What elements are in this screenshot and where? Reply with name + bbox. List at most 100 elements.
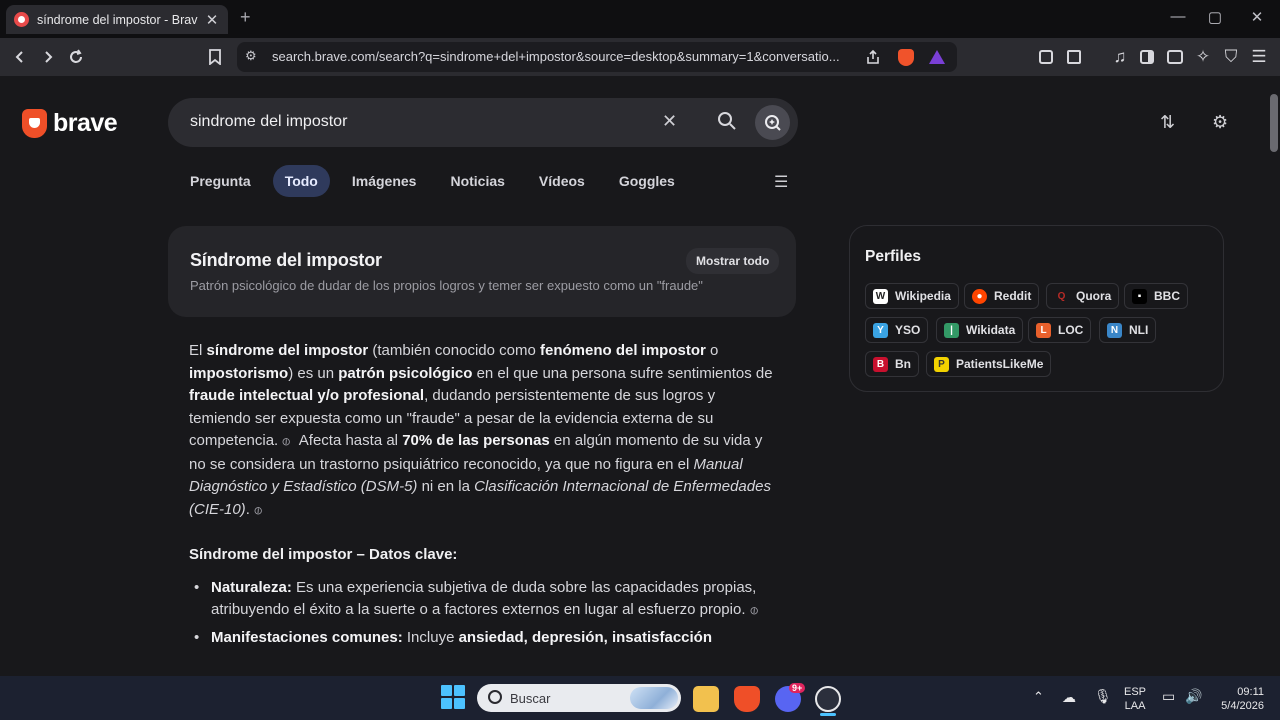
tab-todo[interactable]: Todo <box>272 165 330 197</box>
profiles-title: Perfiles <box>865 248 922 265</box>
profile-wikipedia[interactable]: W Wikipedia <box>865 283 959 309</box>
language-code: ESP <box>1124 686 1147 698</box>
sort-icon[interactable]: ⇅ <box>1160 112 1175 133</box>
windows-start-icon[interactable] <box>441 685 465 709</box>
profile-wikidata[interactable]: | Wikidata <box>936 317 1024 343</box>
profile-bn[interactable]: B Bn <box>865 351 919 377</box>
tab-pregunta[interactable]: Pregunta <box>178 165 263 197</box>
network-icon[interactable]: ▭ <box>1162 689 1175 703</box>
new-tab-button[interactable]: + <box>240 7 251 28</box>
maximize-button[interactable]: ▢ <box>1205 8 1225 26</box>
bn-icon: B <box>873 356 888 372</box>
bookmark-icon[interactable] <box>203 45 227 69</box>
site-settings-icon[interactable]: ⚙ <box>245 48 257 64</box>
summary-paragraph: El síndrome del impostor (también conoci… <box>189 340 779 522</box>
brave-taskbar-icon[interactable] <box>734 686 760 712</box>
taskbar-search[interactable]: Buscar <box>477 684 681 712</box>
search-input[interactable]: sindrome del impostor <box>190 113 347 131</box>
profile-bbc[interactable]: ▪ BBC <box>1124 283 1188 309</box>
show-all-button[interactable]: Mostrar todo <box>686 248 780 274</box>
wikidata-icon: | <box>944 322 959 338</box>
clock-time: 09:11 <box>1237 686 1264 698</box>
brave-search-favicon-icon <box>14 12 29 27</box>
nli-icon: N <box>1107 322 1122 338</box>
search-box[interactable]: sindrome del impostor ✕ <box>168 98 798 147</box>
volume-icon[interactable]: 🔊 <box>1185 689 1202 703</box>
profile-nli[interactable]: N NLI <box>1099 317 1157 343</box>
loc-icon: L <box>1036 322 1051 338</box>
reddit-icon: ● <box>972 288 987 304</box>
tab-goggles[interactable]: Goggles <box>607 165 687 197</box>
profile-yso[interactable]: Y YSO <box>865 317 929 343</box>
forward-icon[interactable] <box>36 45 60 69</box>
clock-date: 5/4/2026 <box>1221 700 1264 712</box>
ask-search-icon <box>764 114 781 131</box>
brave-logo[interactable]: brave <box>22 109 118 138</box>
sidebar-icon[interactable] <box>1135 45 1159 69</box>
leo-ai-icon[interactable]: ✧ <box>1191 45 1215 69</box>
profile-patientslikeme[interactable]: P PatientsLikeMe <box>926 351 1052 377</box>
active-app-icon[interactable] <box>815 686 841 712</box>
media-icon[interactable]: ♫ <box>1108 45 1132 69</box>
browser-tab[interactable]: síndrome del impostor - Brave Se ✕ <box>6 5 228 34</box>
microphone-icon[interactable]: 🎙 <box>1094 689 1112 703</box>
tab-videos[interactable]: Vídeos <box>527 165 597 197</box>
brave-rewards-icon[interactable] <box>925 45 949 69</box>
clear-search-icon[interactable]: ✕ <box>662 111 677 132</box>
vpn-icon[interactable]: ⛉ <box>1219 45 1243 69</box>
list-item: Naturaleza: Es una experiencia subjetiva… <box>189 577 779 623</box>
discord-badge: 9+ <box>789 683 806 693</box>
tab-noticias[interactable]: Noticias <box>438 165 516 197</box>
brave-shields-icon[interactable] <box>894 45 918 69</box>
search-results-page: brave sindrome del impostor ✕ ⇅ ⚙ Pregun… <box>0 76 1280 676</box>
key-facts-heading: Síndrome del impostor – Datos clave: <box>189 546 458 563</box>
ask-ai-button[interactable] <box>755 105 790 140</box>
citation-link-icon[interactable]: ⊘ <box>743 600 765 623</box>
url-text[interactable]: search.brave.com/search?q=sindrome+del+i… <box>272 49 852 64</box>
keyboard-layout: LAA <box>1124 700 1146 712</box>
close-window-button[interactable]: ✕ <box>1247 8 1267 26</box>
file-explorer-icon[interactable] <box>693 686 719 712</box>
settings-gear-icon[interactable]: ⚙ <box>1212 112 1228 133</box>
reader-mode-icon[interactable] <box>1062 45 1086 69</box>
taskbar-search-icon <box>488 690 502 704</box>
taskbar-search-placeholder: Buscar <box>510 691 551 706</box>
tab-title: síndrome del impostor - Brave Se <box>37 12 198 27</box>
menu-icon[interactable]: ☰ <box>1247 45 1271 69</box>
citation-link-icon[interactable]: ⊘ <box>248 499 270 522</box>
key-facts-list: Naturaleza: Es una experiencia subjetiva… <box>189 577 779 650</box>
patientslikeme-icon: P <box>934 356 949 372</box>
list-item: Manifestaciones comunes: Incluye ansieda… <box>189 627 779 650</box>
wikipedia-icon: W <box>873 288 888 304</box>
brave-wordmark: brave <box>53 109 118 137</box>
wallet-icon[interactable] <box>1163 45 1187 69</box>
bbc-icon: ▪ <box>1132 288 1147 304</box>
clock[interactable]: 09:11 5/4/2026 <box>1212 685 1264 713</box>
profile-quora[interactable]: Q Quora <box>1046 283 1120 309</box>
search-icon[interactable] <box>716 110 738 132</box>
extensions-icon[interactable] <box>1034 45 1058 69</box>
tab-close-icon[interactable]: ✕ <box>204 11 220 29</box>
brave-lion-icon <box>22 109 47 138</box>
address-bar[interactable]: ⚙ search.brave.com/search?q=sindrome+del… <box>237 42 957 72</box>
profile-reddit[interactable]: ● Reddit <box>964 283 1040 309</box>
onedrive-icon[interactable]: ☁ <box>1062 690 1076 704</box>
infobox-card: Síndrome del impostor Patrón psicológico… <box>168 226 796 317</box>
scrollbar-thumb[interactable] <box>1270 94 1278 152</box>
share-icon[interactable] <box>861 45 885 69</box>
yso-icon: Y <box>873 322 888 338</box>
profile-loc[interactable]: L LOC <box>1028 317 1092 343</box>
reload-icon[interactable] <box>64 45 88 69</box>
show-hidden-icons[interactable]: ⌃ <box>1033 690 1044 704</box>
infobox-title[interactable]: Síndrome del impostor <box>190 250 382 271</box>
minimize-button[interactable]: — <box>1168 8 1188 25</box>
ai-summary: El síndrome del impostor (también conoci… <box>189 340 779 653</box>
infobox-subtitle: Patrón psicológico de dudar de los propi… <box>190 278 703 293</box>
filters-icon[interactable]: ☰ <box>774 172 788 192</box>
language-indicator[interactable]: ESP LAA <box>1124 685 1146 713</box>
tab-imagenes[interactable]: Imágenes <box>340 165 429 197</box>
back-icon[interactable] <box>8 45 32 69</box>
tab-bar: síndrome del impostor - Brave Se ✕ + — ▢… <box>0 0 1280 38</box>
profiles-panel: Perfiles W Wikipedia ● Reddit Q Quora ▪ … <box>849 225 1224 392</box>
search-nav-tabs: Pregunta Todo Imágenes Noticias Vídeos G… <box>178 164 697 198</box>
